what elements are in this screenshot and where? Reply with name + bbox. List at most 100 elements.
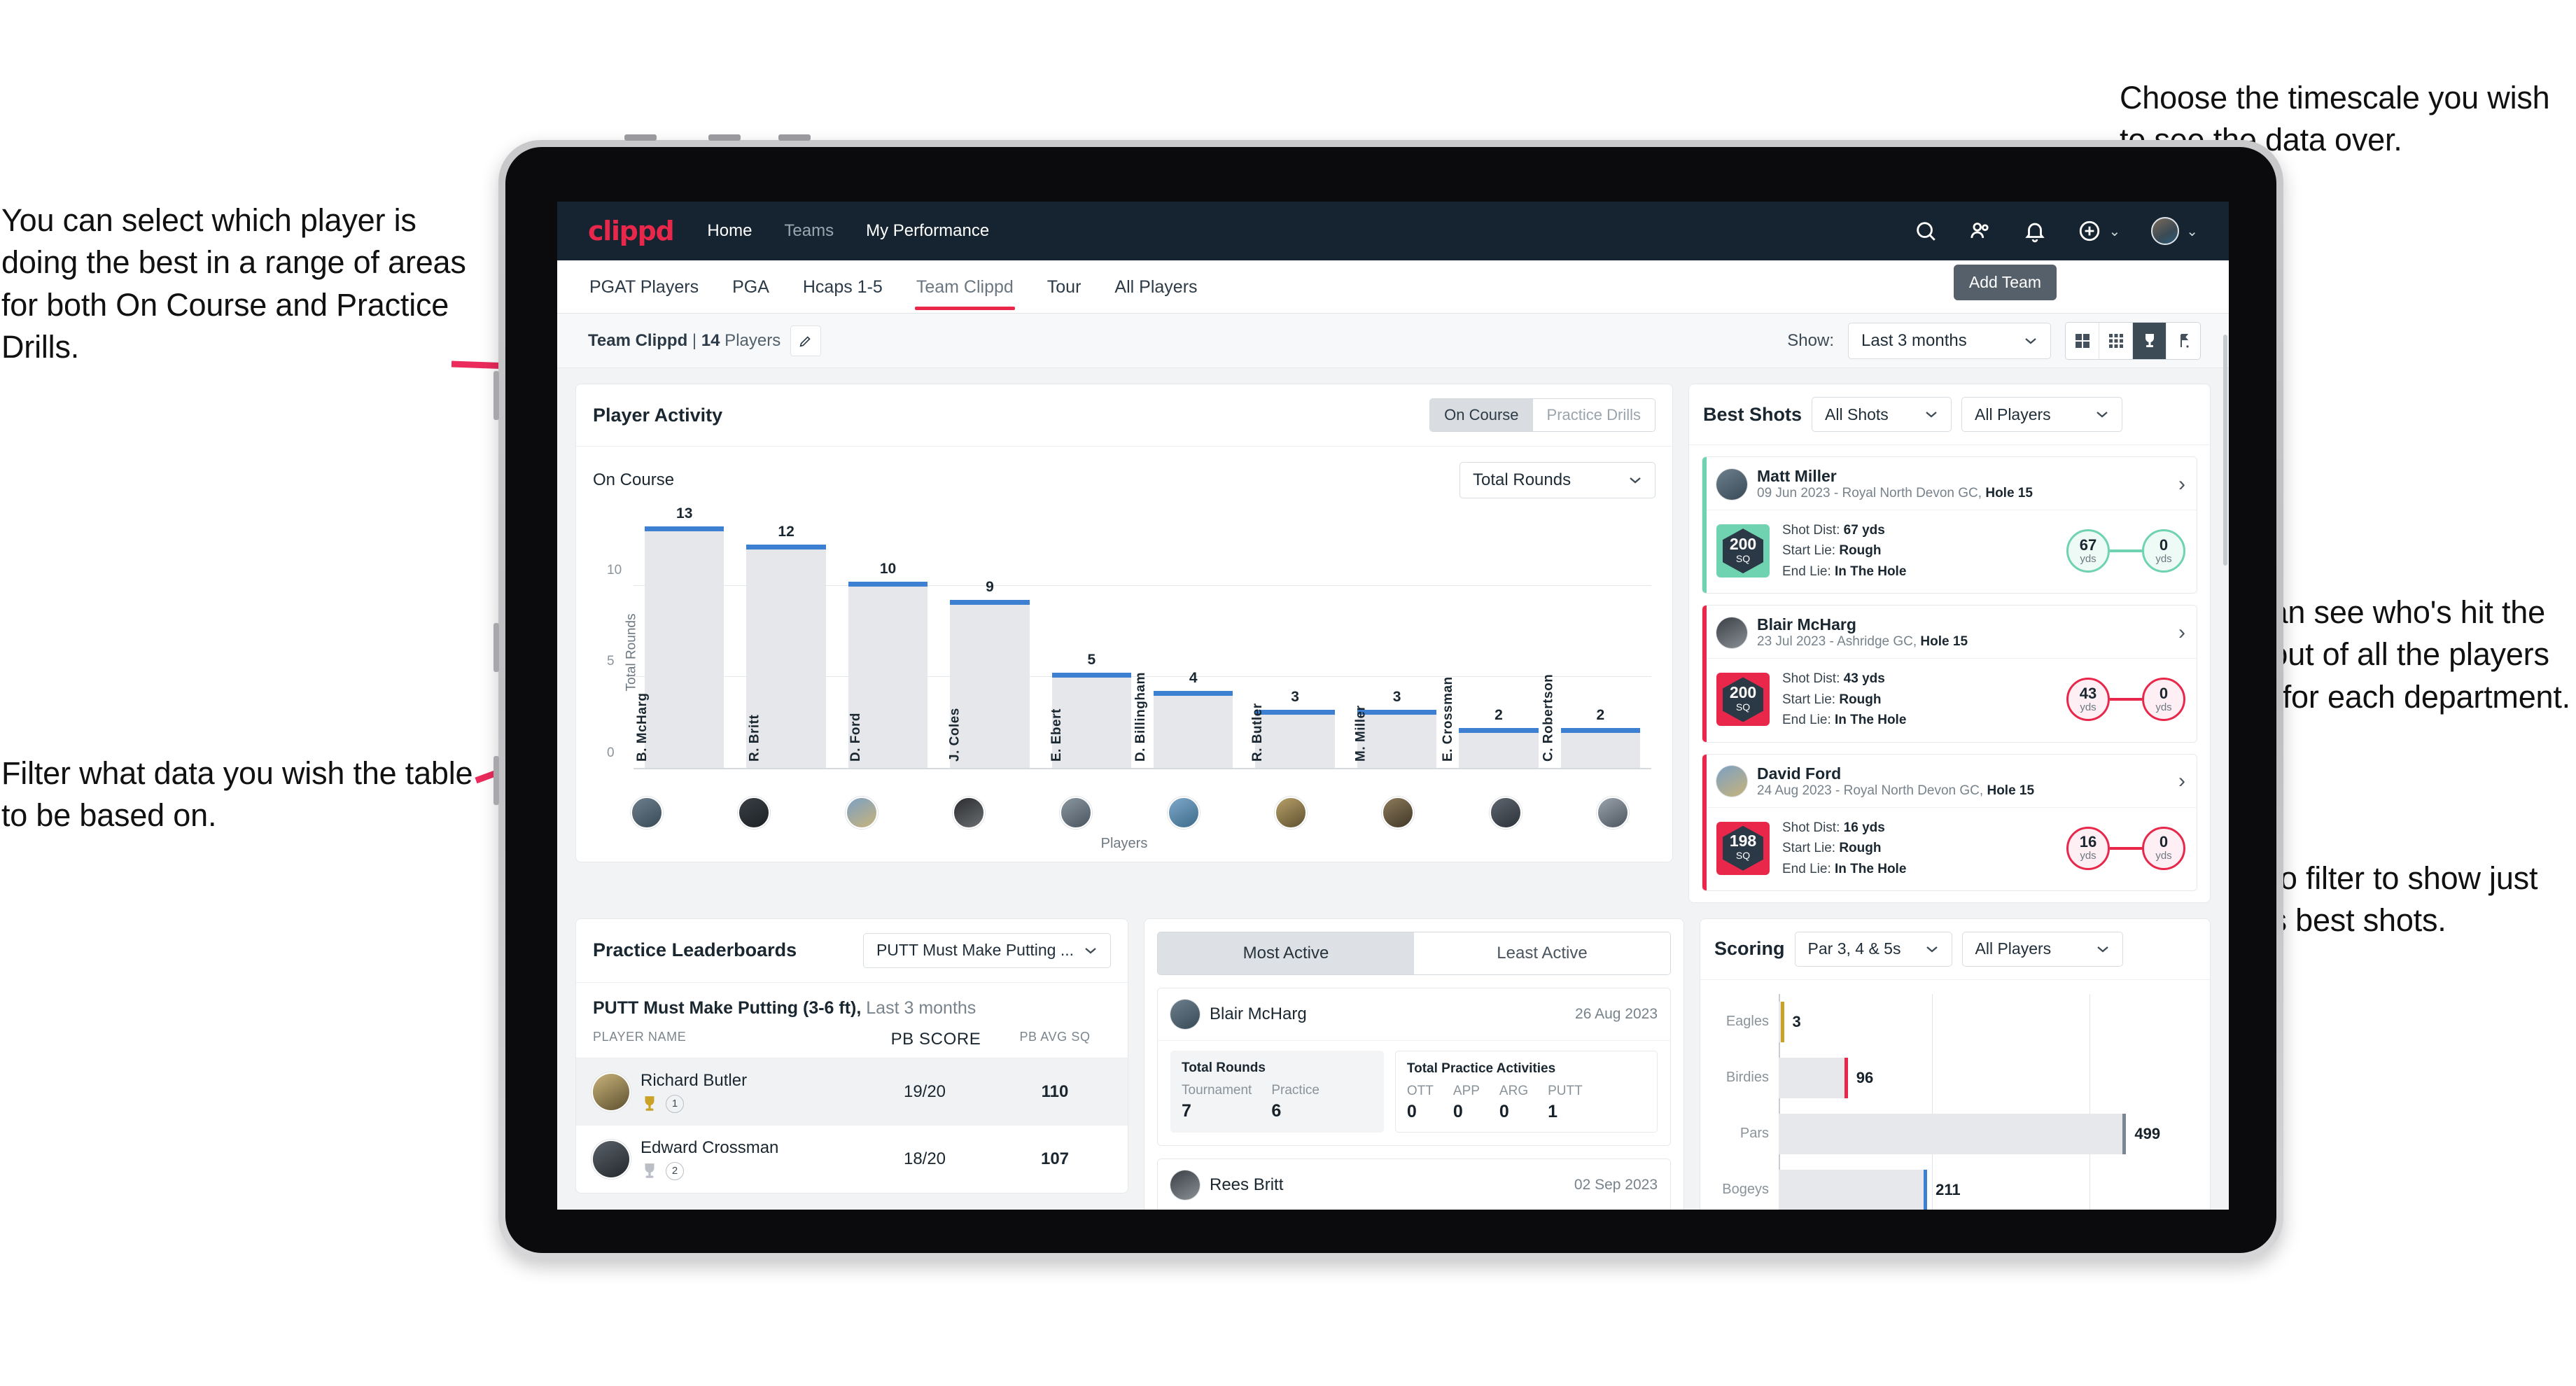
activity-mode-toggle: On Course Practice Drills xyxy=(1429,398,1656,432)
player-avatar[interactable] xyxy=(1716,617,1747,648)
bell-icon[interactable] xyxy=(2023,219,2047,243)
chart-bar-group[interactable]: 5 E. Ebert xyxy=(1041,512,1142,769)
table-row[interactable]: Richard Butler 1 19/20 110 xyxy=(576,1058,1128,1126)
player-avatar[interactable] xyxy=(1716,468,1747,500)
toggle-practice-drills[interactable]: Practice Drills xyxy=(1532,399,1655,431)
scoring-bar-row[interactable]: Bogeys 211 xyxy=(1722,1169,2193,1210)
player-avatar[interactable] xyxy=(1489,797,1522,829)
player-avatar[interactable] xyxy=(593,1073,629,1110)
tab-least-active[interactable]: Least Active xyxy=(1414,932,1670,974)
toggle-on-course[interactable]: On Course xyxy=(1430,399,1533,431)
chart-bar[interactable] xyxy=(1560,727,1641,769)
scoring-bar[interactable] xyxy=(1779,1113,2127,1154)
scoring-bar[interactable] xyxy=(1779,1169,1928,1210)
chart-bar-group[interactable]: 2 E. Crossman xyxy=(1441,512,1549,769)
nav-link-my-performance[interactable]: My Performance xyxy=(866,221,989,241)
chevron-right-icon[interactable]: › xyxy=(2178,771,2185,792)
grid-small-icon-button[interactable] xyxy=(2099,322,2133,359)
scoring-bar-row[interactable]: Birdies 96 xyxy=(1726,1057,2193,1098)
chevron-right-icon[interactable]: › xyxy=(2178,473,2185,495)
activity-player-name: Rees Britt xyxy=(1210,1175,1284,1194)
chart-bar-group[interactable]: 9 J. Coles xyxy=(939,512,1040,769)
edit-team-button[interactable] xyxy=(790,325,822,356)
metric-select[interactable]: Total Rounds xyxy=(1460,462,1656,498)
chart-bar[interactable] xyxy=(1154,691,1233,769)
activity-player-card[interactable]: Blair McHarg 26 Aug 2023 Total Rounds Tourn… xyxy=(1157,987,1671,1146)
player-avatar[interactable] xyxy=(845,797,878,829)
tab-team-clippd[interactable]: Team Clippd xyxy=(914,263,1015,310)
player-avatar[interactable] xyxy=(1596,797,1629,829)
scoring-bar[interactable] xyxy=(1779,1001,1784,1042)
player-avatar[interactable] xyxy=(1167,797,1200,829)
best-shot-card[interactable]: Blair McHarg 23 Jul 2023 - Ashridge GC, H… xyxy=(1702,605,2197,743)
chart-bar-group[interactable]: 3 R. Butler xyxy=(1244,512,1345,769)
player-avatar[interactable] xyxy=(1382,797,1415,829)
chevron-right-icon[interactable]: › xyxy=(2178,622,2185,643)
best-shots-scrollbar[interactable] xyxy=(2223,335,2227,566)
player-avatar[interactable] xyxy=(1170,999,1200,1029)
search-icon[interactable] xyxy=(1914,219,1938,243)
player-avatar[interactable] xyxy=(593,1140,629,1177)
player-avatar[interactable] xyxy=(1716,766,1747,797)
best-shot-card[interactable]: Matt Miller 09 Jun 2023 - Royal North Dev… xyxy=(1702,456,2197,594)
trophy-icon-button[interactable] xyxy=(2133,322,2166,359)
chart-bar-group[interactable]: 4 D. Billingham xyxy=(1133,512,1244,769)
chart-bar-group[interactable]: 10 D. Ford xyxy=(837,512,939,769)
grid-large-icon-button[interactable] xyxy=(2066,322,2099,359)
chevron-down-icon[interactable]: ⌄ xyxy=(2186,223,2198,240)
shot-accent-bar xyxy=(1702,457,1707,594)
stat-item: APP 0 xyxy=(1453,1084,1480,1122)
player-avatar[interactable] xyxy=(952,797,985,829)
nav-link-home[interactable]: Home xyxy=(707,221,752,241)
shot-meta: 24 Aug 2023 - Royal North Devon GC, Hole… xyxy=(1757,783,2035,798)
chart-bar[interactable] xyxy=(645,526,724,769)
nav-link-teams[interactable]: Teams xyxy=(784,221,834,241)
chevron-down-icon[interactable]: ⌄ xyxy=(2108,223,2120,240)
table-row[interactable]: Edward Crossman 2 18/20 107 xyxy=(576,1126,1128,1193)
chart-bar[interactable] xyxy=(1459,727,1539,769)
chart-bar-group[interactable]: 2 C. Robertson xyxy=(1541,512,1651,769)
clippd-logo[interactable]: clippd xyxy=(588,216,675,246)
best-shots-player-filter[interactable]: All Players xyxy=(1961,397,2123,432)
player-avatar[interactable] xyxy=(1170,1170,1200,1200)
activity-player-card[interactable]: Rees Britt02 Sep 2023Total RoundsTournam… xyxy=(1157,1158,1671,1210)
scoring-header: Scoring Par 3, 4 & 5s All Players xyxy=(1700,919,2210,980)
stat-value: 0 xyxy=(1499,1101,1509,1121)
tab-most-active[interactable]: Most Active xyxy=(1158,932,1414,974)
tab-tour[interactable]: Tour xyxy=(1046,263,1083,310)
drill-select[interactable]: PUTT Must Make Putting ... xyxy=(862,932,1111,968)
flag-icon-button[interactable] xyxy=(2166,322,2200,359)
chart-bar-group[interactable]: 12 R. Britt xyxy=(735,512,836,769)
shot-sq-value: 198 xyxy=(1729,832,1757,850)
chart-bar[interactable] xyxy=(1357,709,1437,769)
scoring-bar[interactable] xyxy=(1779,1057,1848,1098)
rank-badge: 1 xyxy=(666,1094,684,1113)
tab-pga[interactable]: PGA xyxy=(731,263,771,310)
tab-hcaps-1-5[interactable]: Hcaps 1-5 xyxy=(802,263,884,310)
chart-bar-group[interactable]: 13 B. McHarg xyxy=(634,505,735,769)
chart-bar-group[interactable]: 3 M. Miller xyxy=(1346,512,1448,769)
chevron-down-icon xyxy=(1085,948,1096,954)
tab-all-players[interactable]: All Players xyxy=(1113,263,1198,310)
chart-bar[interactable] xyxy=(1255,709,1336,769)
scoring-plot-area: Eagles 3 Birdies 96 Pars 499 Bogeys 211 xyxy=(1722,993,2193,1210)
shot-sq-unit: SQ xyxy=(1735,552,1751,564)
scoring-player-filter[interactable]: All Players xyxy=(1961,931,2123,967)
timescale-select[interactable]: Last 3 months xyxy=(1848,322,2051,359)
tab-pgat-players[interactable]: PGAT Players xyxy=(588,263,700,310)
scoring-bar-row[interactable]: Eagles 3 xyxy=(1726,1001,2193,1042)
player-avatar[interactable] xyxy=(631,797,663,829)
people-icon[interactable] xyxy=(1968,219,1992,243)
player-avatar[interactable] xyxy=(738,797,771,829)
user-avatar[interactable] xyxy=(2151,217,2180,245)
best-shots-shot-filter[interactable]: All Shots xyxy=(1812,397,1952,432)
stat-label: PUTT xyxy=(1548,1083,1583,1098)
shot-from-circle: 67 yds xyxy=(2066,529,2110,573)
player-avatar[interactable] xyxy=(1274,797,1307,829)
scoring-bar-cap xyxy=(1844,1057,1848,1098)
best-shot-card[interactable]: David Ford 24 Aug 2023 - Royal North Devo… xyxy=(1702,753,2197,891)
player-avatar[interactable] xyxy=(1060,797,1093,829)
plus-circle-icon[interactable] xyxy=(2078,219,2101,243)
par-filter-select[interactable]: Par 3, 4 & 5s xyxy=(1794,931,1952,967)
scoring-bar-row[interactable]: Pars 499 xyxy=(1740,1113,2193,1154)
